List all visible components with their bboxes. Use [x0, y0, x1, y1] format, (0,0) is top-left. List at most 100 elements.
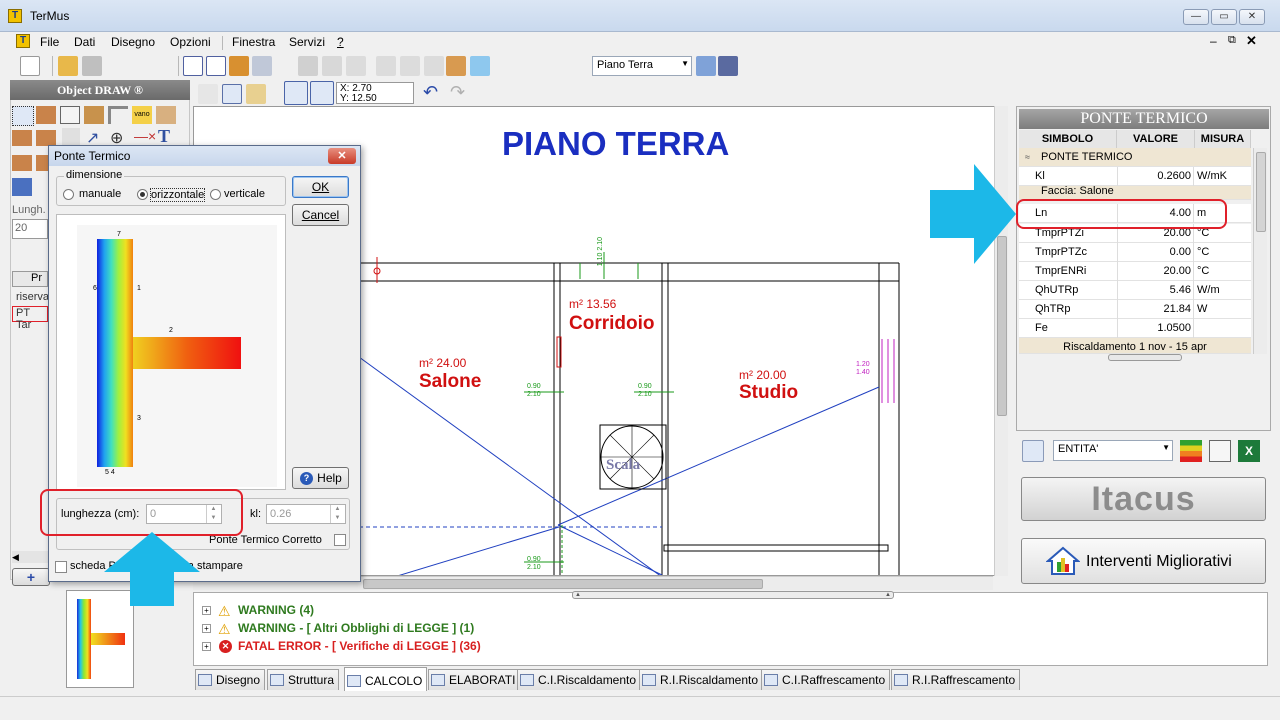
window-icon[interactable] [60, 106, 80, 124]
tab-disegno[interactable]: Disegno [195, 669, 266, 690]
maximize-icon[interactable]: ▭ [1211, 9, 1237, 25]
kv-tool-icon[interactable] [346, 56, 366, 76]
vano-icon[interactable]: vano [132, 106, 152, 124]
kl-spinner[interactable]: ▲ ▼ [330, 505, 344, 523]
property-row[interactable]: QhUTRp 5.46 W/m [1019, 281, 1251, 300]
room-name-corridoio[interactable]: Corridoio [569, 313, 655, 335]
splitter-handle[interactable] [1108, 354, 1182, 361]
properties-scroll-thumb[interactable] [1256, 152, 1266, 232]
wall-brick-icon[interactable] [36, 106, 56, 124]
open-folder-icon[interactable] [58, 56, 78, 76]
view-3d-icon[interactable] [229, 56, 249, 76]
layers-icon[interactable] [696, 56, 716, 76]
message-row[interactable]: + ⚠ WARNING (4) [200, 603, 1260, 621]
close-icon[interactable]: ✕ [1239, 9, 1265, 25]
dimension-icon[interactable]: —× [134, 128, 156, 144]
menu-finestra[interactable]: Finestra [232, 35, 275, 49]
itacus-button[interactable]: Itacus [1021, 477, 1266, 521]
door-icon[interactable] [84, 106, 104, 124]
floor-select[interactable]: Piano Terra ▼ [592, 56, 692, 76]
tab-ci-riscaldamento[interactable]: C.I.Riscaldamento [517, 669, 642, 690]
menu-dati[interactable]: Dati [74, 35, 95, 49]
brick2-icon[interactable] [12, 130, 32, 146]
snap2-icon[interactable] [310, 81, 334, 105]
radio-manuale[interactable] [63, 189, 74, 200]
radio-verticale-label[interactable]: verticale [224, 188, 265, 200]
radio-orizzontale[interactable] [137, 189, 148, 200]
property-row[interactable]: Fe 1.0500 [1019, 319, 1251, 338]
mdi-minimize-icon[interactable]: – [1210, 34, 1217, 48]
water-drop-icon[interactable] [470, 56, 490, 76]
property-row[interactable]: QhTRp 21.84 W [1019, 300, 1251, 319]
list-item-selected[interactable]: PT Tar [12, 306, 48, 331]
print-icon[interactable] [82, 56, 102, 76]
tab-calcolo[interactable]: CALCOLO [344, 667, 428, 691]
tab-struttura[interactable]: Struttura [267, 669, 340, 690]
redo-icon[interactable]: ↷ [450, 82, 465, 103]
save-view-icon[interactable] [718, 56, 738, 76]
list-item[interactable]: riserva [16, 291, 49, 303]
menu-disegno[interactable]: Disegno [111, 35, 155, 49]
left-scrollbar[interactable]: ◀ [12, 551, 48, 563]
properties-scrollbar[interactable] [1253, 148, 1267, 354]
view-2d-icon[interactable] [183, 56, 203, 76]
report-icon[interactable] [1209, 440, 1231, 462]
calculator-icon[interactable] [1022, 440, 1044, 462]
brick4-icon[interactable] [12, 155, 32, 171]
brick3-icon[interactable] [36, 130, 56, 146]
left-tab[interactable]: Pr [12, 271, 48, 287]
room-name-salone[interactable]: Salone [419, 371, 481, 393]
select-tool-icon[interactable] [12, 106, 34, 126]
excel-icon[interactable]: X [1238, 440, 1260, 462]
menu-file[interactable]: File [40, 35, 59, 49]
brick5-icon[interactable] [36, 155, 48, 171]
undo-icon[interactable]: ↶ [423, 82, 438, 103]
hscroll-thumb[interactable] [363, 579, 763, 589]
mdi-restore-icon[interactable]: ⧉ [1228, 34, 1236, 47]
wall-tool-icon[interactable] [298, 56, 318, 76]
hinge2-tool-icon[interactable] [400, 56, 420, 76]
pan-icon[interactable] [246, 84, 266, 104]
property-row[interactable]: TmprPTZc 0.00 °C [1019, 243, 1251, 262]
energy-class-icon[interactable] [1180, 440, 1202, 462]
new-document-icon[interactable] [20, 56, 40, 76]
snap-icon[interactable] [284, 81, 308, 105]
cut-tool-icon[interactable] [424, 56, 444, 76]
riscaldamento-row[interactable]: Riscaldamento 1 nov - 15 apr [1019, 338, 1251, 354]
dialog-close-icon[interactable]: ✕ [328, 148, 356, 164]
menu-servizi[interactable]: Servizi [289, 35, 325, 49]
corretto-checkbox[interactable] [334, 534, 346, 546]
group-faccia[interactable]: Faccia: Salone [1019, 186, 1251, 200]
zoom-window-icon[interactable] [222, 84, 242, 104]
messages-splitter[interactable]: ▲ ▲ [572, 591, 894, 599]
ok-button[interactable]: OK [292, 176, 349, 198]
radio-orizzontale-label[interactable]: orizzontale [150, 188, 206, 202]
tape-tool-icon[interactable] [446, 56, 466, 76]
tab-ci-raffrescamento[interactable]: C.I.Raffrescamento [761, 669, 891, 690]
text-tool-icon[interactable]: T [158, 126, 170, 147]
tab-ri-raffrescamento[interactable]: R.I.Raffrescamento [891, 669, 1021, 690]
mdi-close-icon[interactable]: ✕ [1246, 33, 1257, 49]
entity-select[interactable]: ENTITA' ▼ [1053, 440, 1173, 461]
radio-verticale[interactable] [210, 189, 221, 200]
stairs-icon[interactable] [12, 178, 32, 196]
message-row[interactable]: + ✕ FATAL ERROR - [ Verifiche di LEGGE ]… [200, 639, 1260, 657]
zoom-icon[interactable] [198, 84, 218, 104]
group-ponte-termico[interactable]: ≈ PONTE TERMICO [1019, 148, 1251, 167]
property-row[interactable]: TmprENRi 20.00 °C [1019, 262, 1251, 281]
airplane-icon[interactable] [252, 56, 272, 76]
minimize-icon[interactable]: — [1183, 9, 1209, 25]
line-tool-icon[interactable] [322, 56, 342, 76]
column-icon[interactable] [156, 106, 176, 124]
message-row[interactable]: + ⚠ WARNING - [ Altri Obblighi di LEGGE … [200, 621, 1260, 639]
view-section-icon[interactable] [206, 56, 226, 76]
tab-ri-riscaldamento[interactable]: R.I.Riscaldamento [639, 669, 764, 690]
add-button[interactable]: + [12, 568, 50, 586]
corner-icon[interactable] [108, 106, 128, 124]
radio-manuale-label[interactable]: manuale [79, 188, 121, 200]
property-row[interactable]: Kl 0.2600 W/mK [1019, 167, 1251, 186]
scheda-checkbox[interactable] [55, 561, 67, 573]
lungh-input[interactable]: 20 [12, 219, 48, 239]
hinge-tool-icon[interactable] [376, 56, 396, 76]
cancel-button[interactable]: Cancel [292, 204, 349, 226]
